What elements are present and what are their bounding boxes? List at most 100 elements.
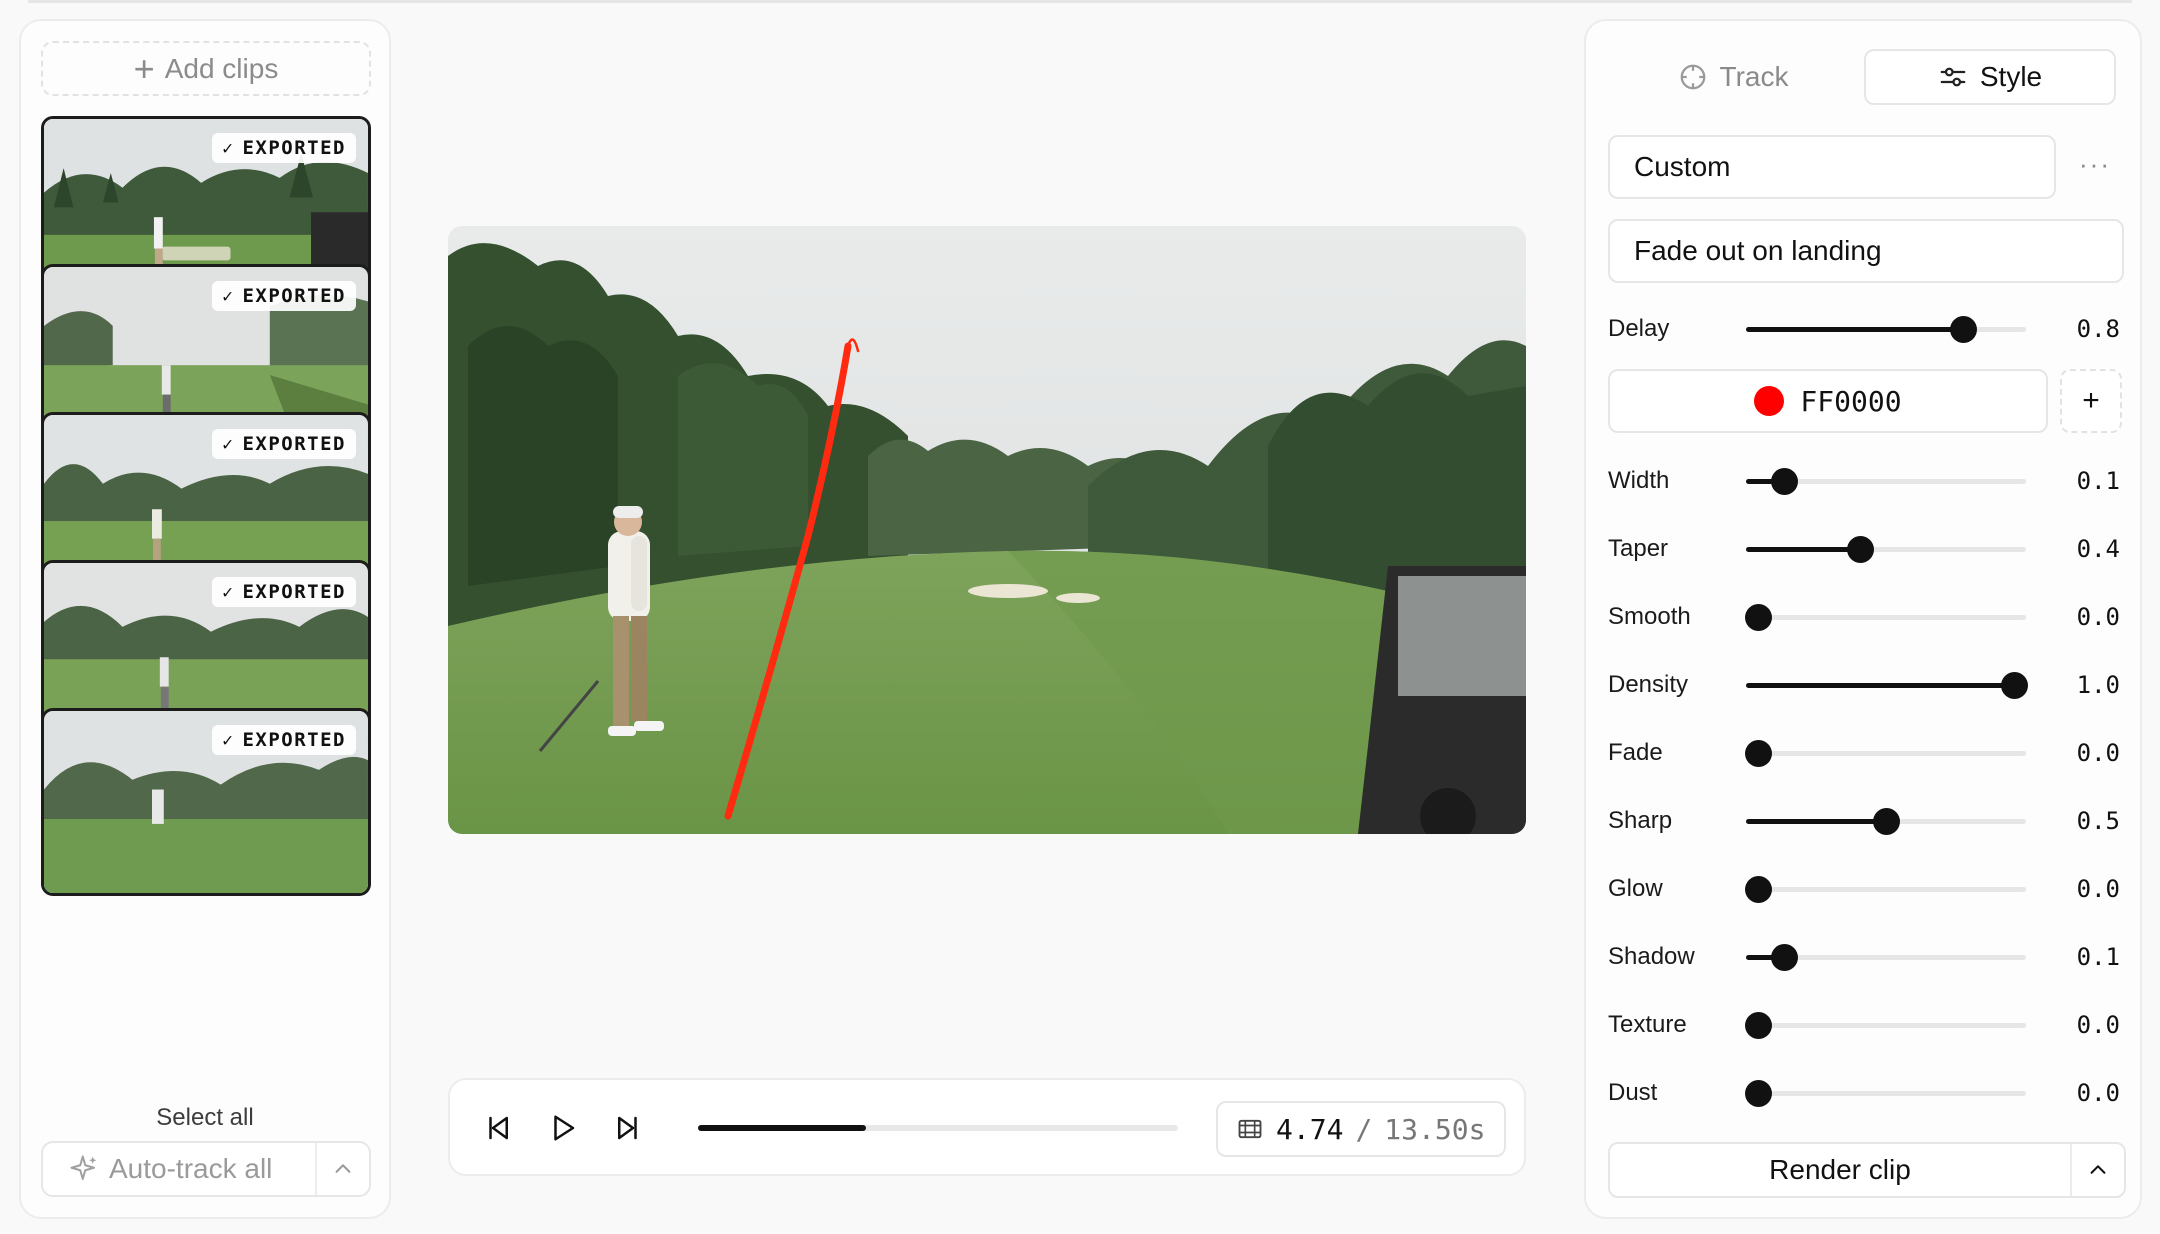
badge-label: EXPORTED (242, 433, 346, 455)
color-picker-field[interactable]: FF0000 (1608, 369, 2048, 433)
slider-label: Delay (1608, 315, 1670, 342)
slider-fill (1746, 819, 1886, 824)
slider-value: 0.0 (2076, 739, 2120, 767)
slider-width[interactable]: Width 0.1 (1608, 461, 2128, 501)
badge-label: EXPORTED (242, 581, 346, 603)
style-panel: Track Style Custom ··· Fade out on landi… (1584, 19, 2142, 1219)
film-icon (1238, 1119, 1262, 1139)
add-clips-button[interactable]: + Add clips (41, 41, 371, 96)
slider-label: Texture (1608, 1011, 1687, 1038)
total-time: 13.50s (1384, 1112, 1486, 1146)
play-icon (554, 1115, 575, 1141)
check-icon: ✓ (222, 581, 235, 603)
slider-thumb[interactable] (1770, 468, 1798, 495)
fade-mode-select[interactable]: Fade out on landing (1608, 219, 2124, 283)
preset-select[interactable]: Custom (1608, 135, 2056, 199)
slider-value: 0.0 (2076, 1011, 2120, 1039)
slider-thumb[interactable] (1745, 876, 1772, 903)
slider-track[interactable] (1745, 740, 2026, 767)
slider-track[interactable] (1746, 536, 2026, 563)
slider-value: 0.4 (2076, 535, 2120, 563)
more-options-button[interactable]: ··· (2070, 139, 2120, 189)
slider-label: Density (1608, 671, 1689, 698)
slider-value: 0.0 (2076, 1079, 2120, 1107)
slider-value: 0.0 (2076, 603, 2120, 631)
auto-track-all-button[interactable]: Auto-track all (41, 1141, 371, 1197)
slider-dust[interactable]: Dust 0.0 (1608, 1073, 2128, 1113)
skip-forward-icon (618, 1116, 637, 1140)
slider-label: Sharp (1608, 807, 1673, 834)
slider-label: Glow (1608, 875, 1663, 902)
color-swatch[interactable] (1754, 386, 1785, 416)
slider-delay[interactable]: Delay 0.8 (1608, 309, 2128, 349)
slider-fade[interactable]: Fade 0.0 (1608, 733, 2128, 773)
render-clip-button[interactable]: Render clip (1608, 1142, 2126, 1198)
clip-thumbnail-5[interactable]: ✓ EXPORTED (41, 708, 371, 896)
slider-thumb[interactable] (2001, 672, 2028, 699)
slider-sharp[interactable]: Sharp 0.5 (1608, 801, 2128, 841)
slider-track[interactable] (1746, 672, 2028, 699)
fade-mode-value: Fade out on landing (1634, 235, 1882, 266)
slider-density[interactable]: Density 1.0 (1608, 665, 2128, 705)
slider-thumb[interactable] (1847, 536, 1875, 563)
plus-icon: + (133, 47, 155, 89)
skip-forward-button[interactable] (608, 1108, 648, 1148)
slider-taper[interactable]: Taper 0.4 (1608, 529, 2128, 569)
slider-thumb[interactable] (1745, 1080, 1772, 1107)
exported-badge: ✓ EXPORTED (212, 281, 356, 311)
slider-value: 1.0 (2076, 671, 2120, 699)
slider-fill (1746, 327, 1963, 332)
slider-track[interactable] (1746, 316, 2026, 343)
slider-track[interactable] (1745, 1012, 2026, 1039)
check-icon: ✓ (222, 285, 235, 307)
clip-list[interactable]: ✓ EXPORTED ✓ EXPORTED ✓ EXPORTED ✓ EXPOR… (41, 116, 371, 1078)
select-all-link[interactable]: Select all (21, 1104, 389, 1132)
render-options-button[interactable] (2070, 1144, 2124, 1196)
slider-thumb[interactable] (1745, 604, 1772, 631)
playback-progress-bar[interactable] (698, 1125, 1178, 1131)
exported-badge: ✓ EXPORTED (212, 725, 356, 755)
play-button[interactable] (543, 1108, 583, 1148)
slider-texture[interactable]: Texture 0.0 (1608, 1005, 2128, 1045)
render-clip-main[interactable]: Render clip (1610, 1144, 2070, 1196)
video-preview[interactable] (448, 226, 1526, 834)
top-divider (28, 0, 2132, 3)
time-separator: / (1355, 1112, 1373, 1146)
tab-style[interactable]: Style (1864, 49, 2116, 105)
slider-track[interactable] (1746, 468, 2026, 495)
slider-thumb[interactable] (1745, 1012, 1772, 1039)
exported-badge: ✓ EXPORTED (212, 577, 356, 607)
add-color-button[interactable]: + (2060, 369, 2122, 433)
auto-track-main[interactable]: Auto-track all (43, 1143, 315, 1195)
slider-thumb[interactable] (1873, 808, 1900, 835)
slider-thumb[interactable] (1770, 944, 1798, 971)
skip-back-icon (489, 1116, 508, 1140)
render-clip-label: Render clip (1769, 1154, 1911, 1185)
slider-fill (1746, 683, 2014, 688)
exported-badge: ✓ EXPORTED (212, 133, 356, 163)
slider-track[interactable] (1746, 808, 2026, 835)
slider-fill (1746, 547, 1861, 552)
badge-label: EXPORTED (242, 137, 346, 159)
check-icon: ✓ (222, 433, 235, 455)
progress-fill (698, 1125, 867, 1131)
timecode-display[interactable]: 4.74 / 13.50s (1216, 1101, 1506, 1157)
slider-thumb[interactable] (1949, 316, 1977, 343)
sparkle-icon (70, 1155, 97, 1180)
slider-glow[interactable]: Glow 0.0 (1608, 869, 2128, 909)
slider-label: Taper (1608, 535, 1669, 562)
skip-back-button[interactable] (478, 1108, 518, 1148)
slider-shadow[interactable]: Shadow 0.1 (1608, 937, 2128, 977)
slider-track[interactable] (1745, 876, 2026, 903)
slider-track[interactable] (1746, 944, 2026, 971)
preset-value: Custom (1634, 151, 1731, 182)
slider-value: 0.8 (2076, 315, 2120, 343)
slider-smooth[interactable]: Smooth 0.0 (1608, 597, 2128, 637)
slider-thumb[interactable] (1745, 740, 1772, 767)
color-hex-value: FF0000 (1800, 384, 1902, 418)
tab-track[interactable]: Track (1608, 49, 1858, 105)
slider-track[interactable] (1745, 604, 2026, 631)
auto-track-menu-button[interactable] (315, 1143, 369, 1195)
slider-track[interactable] (1745, 1080, 2026, 1107)
add-clips-label: Add clips (164, 52, 279, 84)
